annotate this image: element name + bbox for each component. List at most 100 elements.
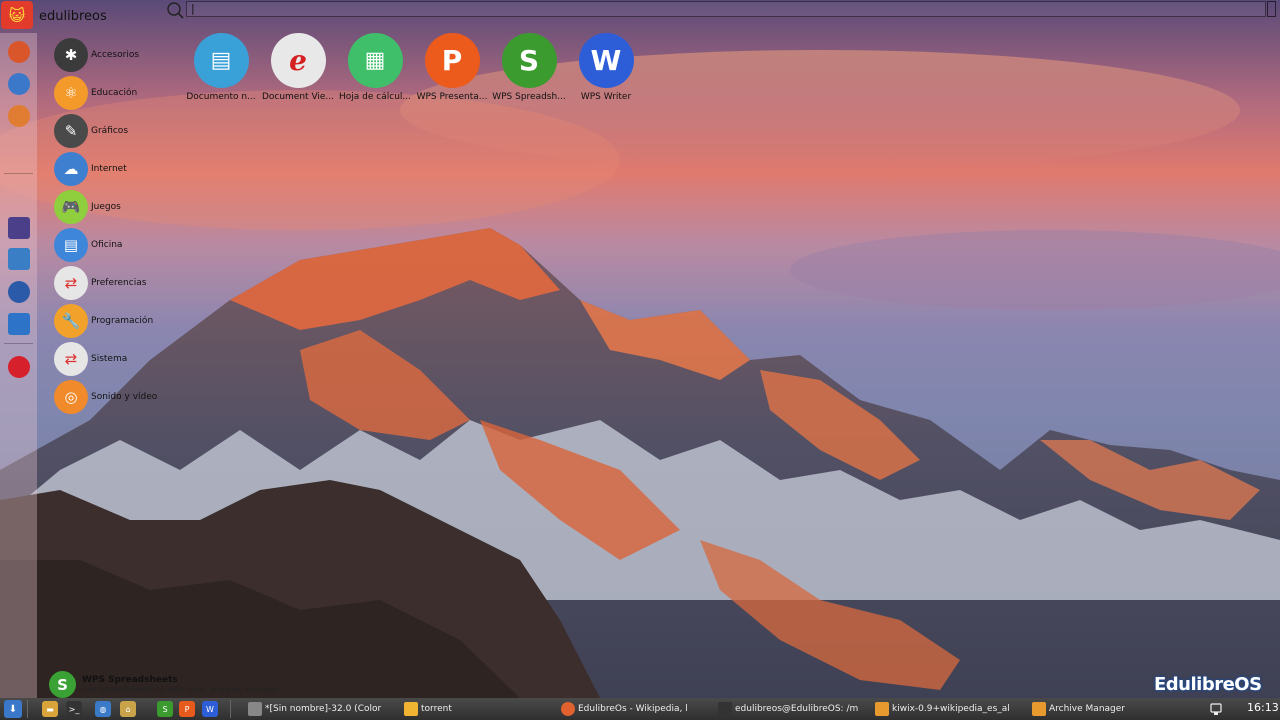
network-icon[interactable]: [1209, 701, 1223, 717]
app-label: WPS Presenta...: [416, 92, 488, 102]
search-clear-button[interactable]: [1267, 1, 1276, 17]
graphics-icon: ✎: [54, 114, 88, 148]
browser-icon[interactable]: ◍: [95, 701, 111, 717]
category-programacion[interactable]: 🔧 Programación: [54, 304, 153, 338]
category-label: Accesorios: [91, 50, 140, 60]
category-graficos[interactable]: ✎ Gráficos: [54, 114, 128, 148]
app-hoja-de-calculo[interactable]: ▦ Hoja de cálcul...: [334, 33, 416, 102]
taskbar-separator: [27, 700, 28, 718]
category-label: Oficina: [91, 240, 123, 250]
search-icon: [167, 2, 184, 19]
globe-icon[interactable]: [8, 281, 30, 303]
category-label: Preferencias: [91, 278, 147, 288]
wps-spreadsheets-icon[interactable]: S: [157, 701, 173, 717]
gimp-icon: [248, 702, 262, 716]
wps-presentation-icon: P: [424, 33, 480, 88]
programming-icon: 🔧: [54, 304, 88, 338]
wps-presentation-icon[interactable]: P: [179, 701, 195, 717]
taskbar: ⬇ ▬ >_ ◍ ⌂ S P W *[Sin nombre]-32.0 (Col…: [0, 698, 1280, 720]
app-wps-spreadsheets[interactable]: S WPS Spreadsh...: [488, 33, 570, 102]
text-editor-icon[interactable]: [8, 313, 30, 335]
app-icon[interactable]: [8, 105, 30, 127]
office-icon: ▤: [54, 228, 88, 262]
app-label: Hoja de cálcul...: [339, 92, 411, 102]
system-icon: ⇄: [54, 342, 88, 376]
category-internet[interactable]: ☁ Internet: [54, 152, 127, 186]
edulibreos-watermark: EdulibreOS: [1154, 674, 1262, 695]
app-wps-writer[interactable]: W WPS Writer: [565, 33, 647, 102]
archive-icon: [875, 702, 889, 716]
games-icon: 🎮: [54, 190, 88, 224]
category-label: Internet: [91, 164, 127, 174]
category-label: Sonido y vídeo: [91, 392, 158, 402]
power-icon[interactable]: [8, 356, 30, 378]
recent-app-item[interactable]: S WPS Spreadsheets Use Spreadsheets to e…: [49, 671, 286, 698]
display-icon[interactable]: [8, 248, 30, 270]
archive-icon: [1032, 702, 1046, 716]
category-juegos[interactable]: 🎮 Juegos: [54, 190, 121, 224]
task-label: torrent: [421, 704, 452, 714]
settings-icon[interactable]: [8, 217, 30, 239]
category-sistema[interactable]: ⇄ Sistema: [54, 342, 127, 376]
menu-logo-icon[interactable]: 😺: [1, 1, 33, 29]
app-label: Documento n...: [186, 92, 256, 102]
document-viewer-icon: e: [270, 33, 326, 88]
search-input[interactable]: |: [186, 1, 1266, 17]
dock-separator: [4, 173, 33, 174]
left-dock: [0, 33, 37, 698]
thunderbird-icon[interactable]: [8, 73, 30, 95]
app-documento-nuevo[interactable]: ▤ Documento n...: [180, 33, 262, 102]
category-label: Programación: [91, 316, 154, 326]
folder-icon: [404, 702, 418, 716]
task-label: kiwix-0.9+wikipedia_es_al: [892, 704, 1010, 714]
recent-app-description: Use Spreadsheets to edit, sum, analyze, …: [82, 684, 287, 694]
recent-app-title: WPS Spreadsheets: [82, 674, 178, 685]
app-wps-presentation[interactable]: P WPS Presenta...: [411, 33, 493, 102]
firefox-icon[interactable]: [8, 41, 30, 63]
app-label: WPS Writer: [580, 92, 632, 102]
category-label: Sistema: [91, 354, 128, 364]
wps-spreadsheets-icon: S: [49, 671, 76, 698]
brand-name: edulibreos: [39, 9, 107, 24]
task-archive-manager[interactable]: Archive Manager: [1028, 699, 1178, 719]
recent-app-text: WPS Spreadsheets Use Spreadsheets to edi…: [82, 675, 286, 695]
task-label: Archive Manager: [1049, 704, 1125, 714]
internet-icon: ☁: [54, 152, 88, 186]
desktop-wallpaper: [0, 0, 1280, 720]
wps-writer-icon: W: [578, 33, 634, 88]
wps-writer-icon[interactable]: W: [202, 701, 218, 717]
clock: 16:13: [1247, 701, 1279, 714]
terminal-icon: [718, 702, 732, 716]
task-label: edulibreos@EdulibreOS: /m: [735, 704, 859, 714]
category-label: Juegos: [91, 202, 121, 212]
education-icon: ⚛: [54, 76, 88, 110]
category-label: Gráficos: [91, 126, 129, 136]
document-icon: ▤: [193, 33, 249, 88]
task-kiwix-archive[interactable]: kiwix-0.9+wikipedia_es_al: [871, 699, 1023, 719]
app-document-viewer[interactable]: e Document Vie...: [257, 33, 339, 102]
category-preferencias[interactable]: ⇄ Preferencias: [54, 266, 146, 300]
sound-video-icon: ◎: [54, 380, 88, 414]
task-firefox[interactable]: EdulibreOs - Wikipedia, l: [557, 699, 709, 719]
accessories-icon: ✱: [54, 38, 88, 72]
app-label: WPS Spreadsh...: [492, 92, 566, 102]
category-accesorios[interactable]: ✱ Accesorios: [54, 38, 139, 72]
category-educacion[interactable]: ⚛ Educación: [54, 76, 137, 110]
dock-separator: [4, 343, 33, 344]
start-menu-icon[interactable]: ⬇: [4, 700, 22, 718]
task-torrent[interactable]: torrent: [400, 699, 552, 719]
category-label: Educación: [91, 88, 138, 98]
home-icon[interactable]: ⌂: [120, 701, 136, 717]
app-label: Document Vie...: [261, 92, 335, 102]
preferences-icon: ⇄: [54, 266, 88, 300]
firefox-icon: [561, 702, 575, 716]
spreadsheet-icon: ▦: [347, 33, 403, 88]
category-sonido-video[interactable]: ◎ Sonido y vídeo: [54, 380, 157, 414]
task-terminal[interactable]: edulibreos@EdulibreOS: /m: [714, 699, 866, 719]
files-icon[interactable]: ▬: [42, 701, 58, 717]
wps-spreadsheets-icon: S: [501, 33, 557, 88]
task-gimp[interactable]: *[Sin nombre]-32.0 (Color: [244, 699, 396, 719]
category-oficina[interactable]: ▤ Oficina: [54, 228, 122, 262]
top-bar: 😺 edulibreos |: [0, 0, 1280, 29]
terminal-icon[interactable]: >_: [66, 701, 82, 717]
